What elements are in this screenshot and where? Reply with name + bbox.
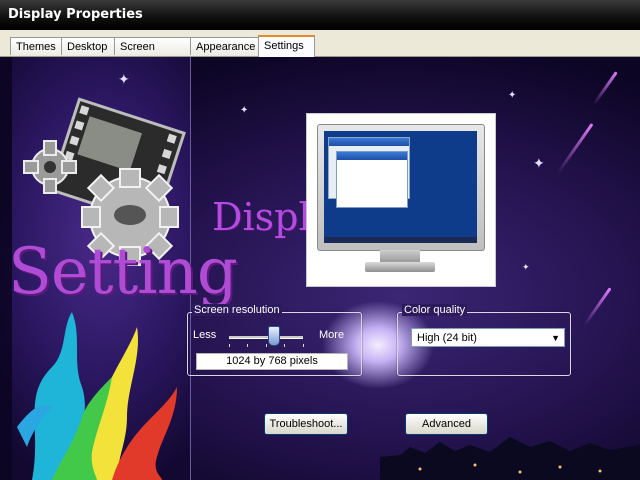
tab-strip: Themes Desktop Screen Saver Appearance S… — [0, 30, 640, 71]
comet-decoration — [592, 71, 618, 106]
title-bar: Display Properties — [0, 0, 640, 31]
star-icon: ✦ — [508, 90, 517, 101]
tab-appearance[interactable]: Appearance — [190, 37, 259, 55]
slider-tick — [284, 344, 285, 347]
more-label: More — [319, 329, 345, 341]
tab-desktop[interactable]: Desktop — [61, 37, 115, 55]
monitor-base — [365, 262, 435, 272]
color-quality-dropdown[interactable]: High (24 bit) ▼ — [411, 328, 565, 347]
comet-decoration — [556, 123, 594, 174]
color-quality-group: Color quality High (24 bit) ▼ — [397, 304, 571, 376]
comet-decoration — [583, 287, 612, 326]
color-quality-value: High (24 bit) — [417, 332, 477, 344]
preview-window — [336, 151, 408, 208]
tab-settings[interactable]: Settings — [258, 35, 315, 57]
star-icon: ✦ — [533, 155, 545, 171]
tab-themes[interactable]: Themes — [10, 37, 62, 55]
wallpaper-display-word: Displ — [212, 195, 311, 239]
slider-tick — [247, 344, 248, 347]
tab-screen-saver[interactable]: Screen Saver — [114, 37, 191, 71]
star-icon: ✦ — [240, 105, 249, 116]
advanced-button[interactable]: Advanced — [405, 413, 488, 435]
slider-track — [229, 336, 303, 339]
resolution-slider[interactable] — [223, 324, 309, 348]
star-icon: ✦ — [118, 71, 130, 87]
settings-panel: ✦ ✦ ✦ ✦ ✦ Displ Setting Screen resolutio… — [0, 57, 640, 480]
window-title: Display Properties — [8, 7, 143, 22]
monitor-screen — [324, 131, 477, 243]
star-icon: ✦ — [522, 262, 530, 272]
resolution-value: 1024 by 768 pixels — [196, 353, 348, 370]
dropdown-arrow-icon[interactable]: ▼ — [551, 329, 560, 348]
preview-taskbar — [324, 237, 477, 243]
paint-splash-graphic — [17, 312, 177, 480]
screen-resolution-label: Screen resolution — [192, 304, 282, 316]
troubleshoot-button[interactable]: Troubleshoot... — [264, 413, 348, 435]
monitor-stand — [380, 250, 420, 262]
less-label: Less — [193, 329, 217, 341]
slider-tick — [266, 344, 267, 347]
monitor-preview — [306, 113, 496, 287]
slider-thumb[interactable] — [268, 326, 281, 346]
slider-tick — [303, 344, 304, 347]
wallpaper-setting-word: Setting — [8, 235, 238, 309]
screen-resolution-group: Screen resolution Less More 1024 by 768 … — [187, 304, 362, 376]
slider-tick — [229, 344, 230, 347]
color-quality-label: Color quality — [402, 304, 468, 316]
monitor-bezel — [317, 124, 485, 251]
